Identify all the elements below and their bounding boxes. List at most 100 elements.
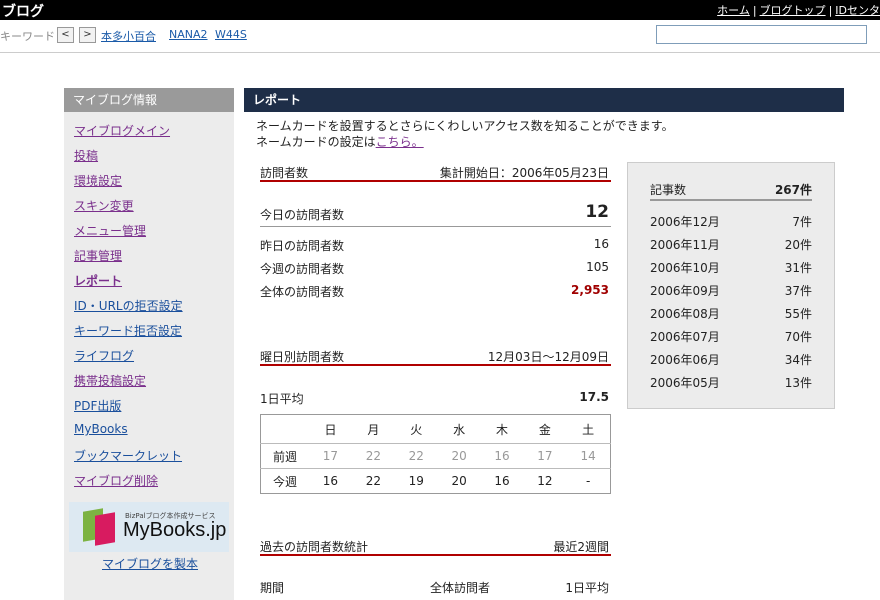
column-header-total: 全体訪問者	[430, 581, 491, 595]
sidebar-item-label[interactable]: メニュー管理	[74, 224, 146, 238]
blog-top-link[interactable]: ブログトップ	[760, 4, 826, 17]
table-cell: 22	[351, 443, 395, 469]
table-row: 前週 17 22 22 20 16 17 14	[260, 443, 611, 469]
weekday-range: 12月03日～12月09日	[487, 350, 609, 364]
list-item: 2006年05月 13件	[650, 374, 812, 392]
sidebar-item-id-url-block[interactable]: ID・URLの拒否設定	[74, 297, 183, 314]
article-count: 20件	[784, 238, 812, 252]
sidebar-item-delete[interactable]: マイブログ削除	[74, 472, 158, 489]
article-count-header: 記事数 267件	[650, 179, 812, 201]
keyword-label: キーワード	[0, 30, 55, 43]
table-cell: -	[566, 468, 611, 494]
weekday-title: 曜日別訪問者数	[260, 350, 345, 364]
column-header-average: 1日平均	[565, 581, 609, 595]
table-cell: 22	[394, 443, 438, 469]
sidebar-item-label[interactable]: マイブログ削除	[74, 474, 158, 488]
sidebar-item-label[interactable]: キーワード拒否設定	[74, 324, 182, 338]
sidebar: マイブログ情報 マイブログメイン 投稿 環境設定 スキン変更 メニュー管理 記事…	[64, 88, 234, 600]
intro-text-1: ネームカードを設置するとさらにくわしいアクセス数を知ることができます。	[256, 119, 674, 133]
weekday-header-cell: 月	[367, 422, 380, 437]
keyword-bar: キーワード < > 本多小百合 NANA2 W44S	[0, 20, 880, 53]
top-bar: ブログ ホーム | ブログトップ | IDセンタ	[0, 0, 880, 20]
total-visitors-row: 全体の訪問者数 2,953	[260, 281, 611, 299]
sidebar-item-label[interactable]: ブックマークレット	[74, 449, 182, 463]
search-input[interactable]	[656, 25, 867, 44]
table-cell: 19	[394, 468, 438, 494]
sidebar-item-report[interactable]: レポート	[74, 272, 122, 289]
row-label: 今週	[260, 468, 309, 494]
sidebar-item-pdf[interactable]: PDF出版	[74, 397, 121, 414]
list-item: 2006年07月 70件	[650, 328, 812, 346]
weekday-table: 日 月 火 水 木 金 土 前週 17 22 22 20 16 17 14 今週…	[260, 414, 611, 494]
sidebar-item-post[interactable]: 投稿	[74, 147, 98, 164]
sidebar-item-keyword-block[interactable]: キーワード拒否設定	[74, 322, 182, 339]
intro-prefix: ネームカードの設定は	[256, 135, 376, 149]
sidebar-item-mobile-post[interactable]: 携帯投稿設定	[74, 372, 146, 389]
article-count: 7件	[792, 215, 812, 229]
sidebar-item-settings[interactable]: 環境設定	[74, 172, 122, 189]
sidebar-item-label[interactable]: ID・URLの拒否設定	[74, 299, 183, 313]
id-center-link[interactable]: IDセンタ	[835, 4, 880, 17]
book-icon	[95, 512, 115, 546]
today-value: 12	[585, 202, 609, 222]
table-cell: 17	[523, 443, 567, 469]
mybooks-banner[interactable]: BizPalブログ本作成サービス MyBooks.jp	[69, 502, 229, 552]
sidebar-item-label[interactable]: マイブログメイン	[74, 124, 170, 138]
table-cell: 22	[351, 468, 395, 494]
sidebar-item-mybooks[interactable]: MyBooks	[74, 422, 128, 436]
list-item: 2006年11月 20件	[650, 236, 812, 254]
visitors-since: 集計開始日：2006年05月23日	[439, 166, 609, 180]
sidebar-item-label[interactable]: 記事管理	[74, 249, 122, 263]
average-label: 1日平均	[260, 392, 304, 406]
sidebar-item-main[interactable]: マイブログメイン	[74, 122, 170, 139]
average-value: 17.5	[579, 390, 609, 404]
bind-blog-link[interactable]: マイブログを製本	[102, 555, 198, 572]
article-month: 2006年09月	[650, 284, 720, 298]
table-cell	[261, 415, 310, 444]
sidebar-item-label[interactable]: 携帯投稿設定	[74, 374, 146, 388]
table-header-row: 日 月 火 水 木 金 土	[261, 415, 611, 444]
article-count-total: 267件	[774, 183, 812, 197]
article-count: 70件	[784, 330, 812, 344]
article-count: 34件	[784, 353, 812, 367]
sidebar-item-articles[interactable]: 記事管理	[74, 247, 122, 264]
weekday-header-cell: 金	[538, 422, 551, 437]
article-month: 2006年05月	[650, 376, 720, 390]
article-month: 2006年10月	[650, 261, 720, 275]
week-visitors-row: 今週の訪問者数 105	[260, 258, 611, 276]
weekday-header-cell: 木	[496, 422, 509, 437]
article-count: 31件	[784, 261, 812, 275]
namecard-settings-link[interactable]: こちら。	[376, 135, 424, 149]
sidebar-item-skin[interactable]: スキン変更	[74, 197, 134, 214]
sidebar-item-bookmarklet[interactable]: ブックマークレット	[74, 447, 182, 464]
site-brand: ブログ	[2, 4, 44, 20]
article-month: 2006年07月	[650, 330, 720, 344]
keyword-link[interactable]: 本多小百合	[101, 28, 156, 44]
sidebar-item-label[interactable]: MyBooks	[74, 422, 128, 436]
next-keyword-button[interactable]: >	[79, 27, 96, 43]
table-cell: 20	[437, 443, 481, 469]
sidebar-item-label[interactable]: 投稿	[74, 149, 98, 163]
top-links: ホーム | ブログトップ | IDセンタ	[717, 4, 880, 17]
keyword-link[interactable]: NANA2	[169, 28, 208, 41]
sidebar-item-label[interactable]: 環境設定	[74, 174, 122, 188]
list-item: 2006年12月 7件	[650, 213, 812, 231]
weekday-header: 曜日別訪問者数 12月03日～12月09日	[260, 344, 611, 366]
week-label: 今週の訪問者数	[260, 262, 345, 276]
keyword-link[interactable]: W44S	[215, 28, 247, 41]
sidebar-item-label[interactable]: レポート	[74, 274, 122, 288]
article-count-title: 記事数	[650, 183, 687, 197]
article-month: 2006年06月	[650, 353, 720, 367]
weekday-header-cell: 土	[582, 422, 595, 437]
table-cell: 20	[437, 468, 481, 494]
sidebar-item-menu[interactable]: メニュー管理	[74, 222, 146, 239]
intro-text-2: ネームカードの設定はこちら。	[256, 133, 424, 150]
past-stats-header: 過去の訪問者数統計 最近2週間	[260, 534, 611, 556]
prev-keyword-button[interactable]: <	[57, 27, 74, 43]
home-link[interactable]: ホーム	[717, 4, 750, 17]
sidebar-item-label[interactable]: スキン変更	[74, 199, 134, 213]
sidebar-item-label[interactable]: PDF出版	[74, 399, 121, 413]
sidebar-item-label[interactable]: ライフログ	[74, 349, 134, 363]
sidebar-item-lifelog[interactable]: ライフログ	[74, 347, 134, 364]
table-cell: 16	[480, 443, 524, 469]
